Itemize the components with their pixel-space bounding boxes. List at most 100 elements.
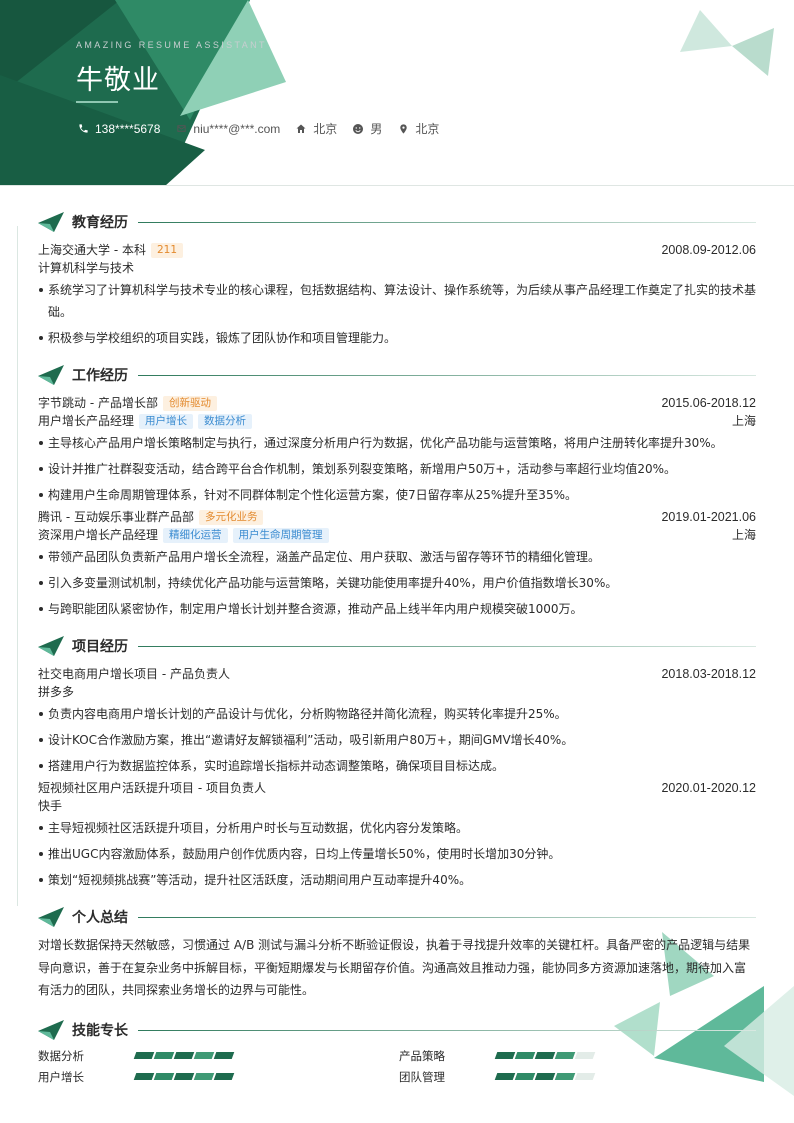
location-text: 北京	[415, 122, 440, 136]
list-item: 引入多变量测试机制，持续优化产品功能与运营策略，关键功能使用率提升40%，用户价…	[38, 572, 756, 594]
section-divider	[138, 221, 756, 223]
skill-level-segment	[494, 1052, 516, 1059]
education-row: 上海交通大学 - 本科 211 2008.09-2012.06	[38, 241, 756, 259]
summary-text: 对增长数据保持天然敏感，习惯通过 A/B 测试与漏斗分析不断验证假设，执着于寻找…	[38, 938, 751, 997]
name-underline	[76, 101, 118, 103]
education-header: 教育经历	[38, 211, 756, 233]
skill-level-segment	[554, 1073, 576, 1080]
skill-level-segment	[133, 1052, 155, 1059]
skill-level-segment	[494, 1073, 516, 1080]
list-item: 构建用户生命周期管理体系，针对不同群体制定个性化运营方案，使7日留存率从25%提…	[38, 484, 756, 506]
skill-level-segment	[534, 1052, 556, 1059]
skill-level-segment	[213, 1073, 235, 1080]
resume-tagline: AMAZING RESUME ASSISTANT	[76, 40, 267, 50]
contact-email[interactable]: niu****@***.com	[174, 122, 280, 136]
skill-level-bar	[133, 1052, 235, 1059]
skill-level-segment	[193, 1073, 215, 1080]
education-bullets: 系统学习了计算机科学与技术专业的核心课程，包括数据结构、算法设计、操作系统等，为…	[38, 279, 756, 349]
location-pin-icon	[396, 122, 410, 136]
job-entry: 字节跳动 - 产品增长部 创新驱动 2015.06-2018.12 用户增长产品…	[38, 394, 756, 506]
job-date: 2015.06-2018.12	[661, 396, 756, 410]
project-date: 2018.03-2018.12	[661, 667, 756, 681]
skill-name: 产品策略	[399, 1048, 445, 1063]
skill-level-segment	[514, 1073, 536, 1080]
list-item: 搭建用户行为数据监控体系，实时追踪增长指标并动态调整策略，确保项目目标达成。	[38, 755, 756, 777]
paper-plane-icon	[38, 212, 64, 232]
list-item: 带领产品团队负责新产品用户增长全流程，涵盖产品定位、用户获取、激活与留存等环节的…	[38, 546, 756, 568]
project-date: 2020.01-2020.12	[661, 781, 756, 795]
school-name: 上海交通大学 - 本科	[38, 243, 146, 257]
home-text: 北京	[313, 122, 338, 136]
project-org-row: 快手	[38, 797, 756, 815]
skill-name: 团队管理	[399, 1069, 445, 1084]
project-name: 社交电商用户增长项目 - 产品负责人	[38, 667, 230, 681]
project-bullets: 主导短视频社区活跃提升项目，分析用户时长与互动数据，优化内容分发策略。 推出UG…	[38, 817, 756, 891]
list-item: 与跨职能团队紧密协作，制定用户增长计划并整合资源，推动产品上线半年内用户规模突破…	[38, 598, 756, 620]
role-tag: 用户生命周期管理	[232, 527, 329, 543]
gender-text: 男	[370, 122, 383, 136]
projects-section: 项目经历 社交电商用户增长项目 - 产品负责人 2018.03-2018.12 …	[38, 635, 756, 895]
skills-grid: 数据分析 产品策略 用户增长 团队管理	[38, 1047, 756, 1085]
company-tag: 多元化业务	[198, 509, 264, 525]
job-company-row: 腾讯 - 互动娱乐事业群产品部 多元化业务 2019.01-2021.06	[38, 508, 756, 526]
skill-level-bar	[494, 1073, 596, 1080]
skill-level-segment	[514, 1052, 536, 1059]
skill-level-segment	[534, 1073, 556, 1080]
section-title: 工作经历	[72, 368, 128, 384]
contact-list: 138****5678 niu****@***.com 北京 男 北京	[76, 120, 453, 137]
project-org-row: 拼多多	[38, 683, 756, 701]
summary-header: 个人总结	[38, 906, 756, 928]
role-tag: 数据分析	[198, 413, 253, 429]
skill-level-segment	[173, 1073, 195, 1080]
section-title: 技能专长	[72, 1023, 128, 1039]
list-item: 设计KOC合作激励方案，推出“邀请好友解锁福利”活动，吸引新用户80万+，期间G…	[38, 729, 756, 751]
contact-home: 北京	[294, 120, 337, 137]
skill-item: 团队管理	[399, 1068, 756, 1085]
list-item: 设计并推广社群裂变活动，结合跨平台合作机制，策划系列裂变策略，新增用户50万+，…	[38, 458, 756, 480]
list-item: 系统学习了计算机科学与技术专业的核心课程，包括数据结构、算法设计、操作系统等，为…	[38, 279, 756, 323]
skill-level-segment	[153, 1073, 175, 1080]
skill-level-segment	[574, 1052, 596, 1059]
resume-header: AMAZING RESUME ASSISTANT 牛敬业 138****5678…	[0, 0, 794, 186]
list-item: 策划“短视频挑战赛”等活动，提升社区活跃度，活动期间用户互动率提升40%。	[38, 869, 756, 891]
skills-section: 技能专长 数据分析 产品策略 用户增长 团队管理	[38, 1019, 756, 1085]
face-icon	[351, 122, 365, 136]
role-tag: 精细化运营	[163, 527, 228, 543]
work-section: 工作经历 字节跳动 - 产品增长部 创新驱动 2015.06-2018.12 用…	[38, 364, 756, 624]
work-header: 工作经历	[38, 364, 756, 386]
section-title: 教育经历	[72, 215, 128, 231]
project-name-row: 社交电商用户增长项目 - 产品负责人 2018.03-2018.12	[38, 665, 756, 683]
skill-level-segment	[213, 1052, 235, 1059]
projects-header: 项目经历	[38, 635, 756, 657]
skill-level-bar	[494, 1052, 596, 1059]
list-item: 主导短视频社区活跃提升项目，分析用户时长与互动数据，优化内容分发策略。	[38, 817, 756, 839]
skill-name: 数据分析	[38, 1048, 84, 1063]
company-tag: 创新驱动	[162, 395, 217, 411]
project-name: 短视频社区用户活跃提升项目 - 项目负责人	[38, 781, 266, 795]
education-section: 教育经历 上海交通大学 - 本科 211 2008.09-2012.06 计算机…	[38, 211, 756, 353]
section-divider	[138, 1029, 756, 1031]
list-item: 积极参与学校组织的项目实践，锻炼了团队协作和项目管理能力。	[38, 327, 756, 349]
section-divider	[138, 374, 756, 376]
role-tag: 用户增长	[139, 413, 194, 429]
home-icon	[294, 122, 308, 136]
job-entry: 腾讯 - 互动娱乐事业群产品部 多元化业务 2019.01-2021.06 资深…	[38, 508, 756, 620]
paper-plane-icon	[38, 636, 64, 656]
list-item: 负责内容电商用户增长计划的产品设计与优化，分析购物路径并简化流程，购买转化率提升…	[38, 703, 756, 725]
project-name-row: 短视频社区用户活跃提升项目 - 项目负责人 2020.01-2020.12	[38, 779, 756, 797]
email-text: niu****@***.com	[193, 121, 281, 136]
list-item: 推出UGC内容激励体系，鼓励用户创作优质内容，日均上传量增长50%，使用时长增加…	[38, 843, 756, 865]
section-divider	[138, 645, 756, 647]
skill-level-segment	[574, 1073, 596, 1080]
contact-phone: 138****5678	[76, 122, 160, 136]
contact-location: 北京	[396, 120, 439, 137]
skill-level-bar	[133, 1073, 235, 1080]
job-bullets: 主导核心产品用户增长策略制定与执行，通过深度分析用户行为数据，优化产品功能与运营…	[38, 432, 756, 506]
job-company-row: 字节跳动 - 产品增长部 创新驱动 2015.06-2018.12	[38, 394, 756, 412]
section-title: 个人总结	[72, 910, 128, 926]
project-entry: 短视频社区用户活跃提升项目 - 项目负责人 2020.01-2020.12 快手…	[38, 779, 756, 891]
skill-item: 数据分析	[38, 1047, 399, 1064]
company-name: 腾讯 - 互动娱乐事业群产品部	[38, 510, 194, 524]
skill-item: 产品策略	[399, 1047, 756, 1064]
skill-level-segment	[193, 1052, 215, 1059]
